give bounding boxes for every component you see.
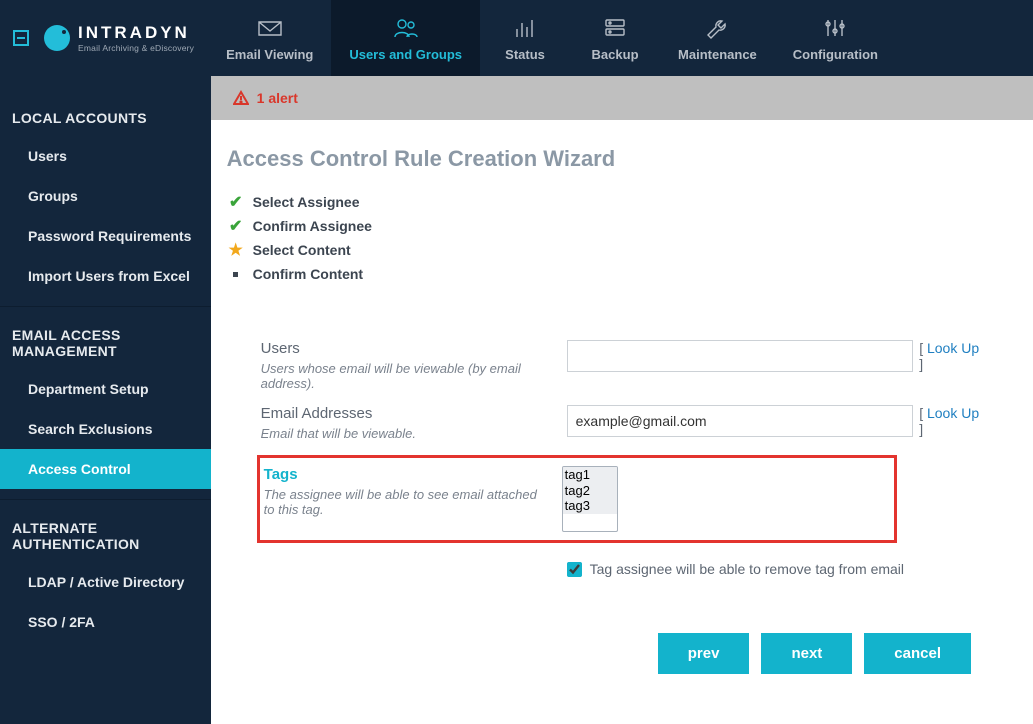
brand-name: INTRADYN (78, 24, 194, 41)
prev-button[interactable]: prev (658, 633, 750, 674)
envelope-icon (257, 15, 283, 41)
sidebar-item-users[interactable]: Users (0, 136, 211, 176)
sidebar-item-sso-2fa[interactable]: SSO / 2FA (0, 602, 211, 642)
check-icon: ✔ (227, 193, 245, 211)
side-section-alt-auth: ALTERNATE AUTHENTICATION (0, 510, 211, 562)
sidebar-item-import-users[interactable]: Import Users from Excel (0, 256, 211, 296)
side-section-email-access: EMAIL ACCESS MANAGEMENT (0, 317, 211, 369)
tag-option[interactable]: tag1 (563, 467, 617, 483)
alert-bar[interactable]: 1 alert (211, 76, 1033, 120)
nav-maintenance[interactable]: Maintenance (660, 0, 775, 76)
sliders-icon (822, 15, 848, 41)
users-lookup-wrap: [ Look Up ] (919, 340, 981, 372)
alert-icon (233, 90, 249, 106)
tags-highlight: Tags The assignee will be able to see em… (257, 455, 897, 543)
bullet-icon (227, 265, 245, 283)
tags-select[interactable]: tag1 tag2 tag3 (562, 466, 618, 532)
sidebar: LOCAL ACCOUNTS Users Groups Password Req… (0, 76, 211, 724)
nav-users-groups[interactable]: Users and Groups (331, 0, 480, 76)
users-lookup-link[interactable]: Look Up (927, 340, 979, 356)
emails-lookup-wrap: [ Look Up ] (919, 405, 981, 437)
alert-text: 1 alert (257, 90, 298, 106)
nav-email-viewing[interactable]: Email Viewing (208, 0, 331, 76)
next-button[interactable]: next (761, 633, 852, 674)
step-confirm-assignee: ✔Confirm Assignee (227, 214, 1007, 238)
users-help: Users whose email will be viewable (by e… (261, 361, 547, 391)
side-section-local-accounts: LOCAL ACCOUNTS (0, 100, 211, 136)
users-input[interactable] (567, 340, 914, 372)
tags-help: The assignee will be able to see email a… (264, 487, 542, 517)
step-select-assignee: ✔Select Assignee (227, 190, 1007, 214)
nav-backup[interactable]: Backup (570, 0, 660, 76)
emails-lookup-link[interactable]: Look Up (927, 405, 979, 421)
sidebar-item-groups[interactable]: Groups (0, 176, 211, 216)
cancel-button[interactable]: cancel (864, 633, 971, 674)
sidebar-item-search-exclusions[interactable]: Search Exclusions (0, 409, 211, 449)
server-icon (602, 15, 628, 41)
check-icon: ✔ (227, 217, 245, 235)
sidebar-item-password-requirements[interactable]: Password Requirements (0, 216, 211, 256)
sidebar-item-ldap[interactable]: LDAP / Active Directory (0, 562, 211, 602)
wizard-steps: ✔Select Assignee ✔Confirm Assignee ★Sele… (227, 190, 1007, 286)
bars-icon (512, 15, 538, 41)
users-icon (393, 15, 419, 41)
wrench-icon (704, 15, 730, 41)
page-title: Access Control Rule Creation Wizard (227, 146, 1007, 172)
nav-configuration[interactable]: Configuration (775, 0, 896, 76)
logo-icon (44, 25, 70, 51)
remove-tag-checkbox[interactable] (567, 562, 582, 577)
tag-option[interactable]: tag2 (563, 483, 617, 499)
nav-status[interactable]: Status (480, 0, 570, 76)
sidebar-item-access-control[interactable]: Access Control (0, 449, 211, 489)
remove-tag-label: Tag assignee will be able to remove tag … (590, 561, 904, 577)
brand-tagline: Email Archiving & eDiscovery (78, 43, 194, 53)
tags-label: Tags (264, 466, 542, 483)
top-nav: Email Viewing Users and Groups Status Ba… (208, 0, 896, 76)
step-confirm-content: Confirm Content (227, 262, 1007, 286)
tag-option[interactable]: tag3 (563, 498, 617, 514)
emails-input[interactable] (567, 405, 914, 437)
step-select-content: ★Select Content (227, 238, 1007, 262)
menu-toggle[interactable] (0, 0, 42, 76)
brand-logo: INTRADYN Email Archiving & eDiscovery (42, 0, 208, 76)
sidebar-item-department-setup[interactable]: Department Setup (0, 369, 211, 409)
star-icon: ★ (227, 241, 245, 259)
emails-help: Email that will be viewable. (261, 426, 547, 441)
users-label: Users (261, 340, 547, 357)
emails-label: Email Addresses (261, 405, 547, 422)
